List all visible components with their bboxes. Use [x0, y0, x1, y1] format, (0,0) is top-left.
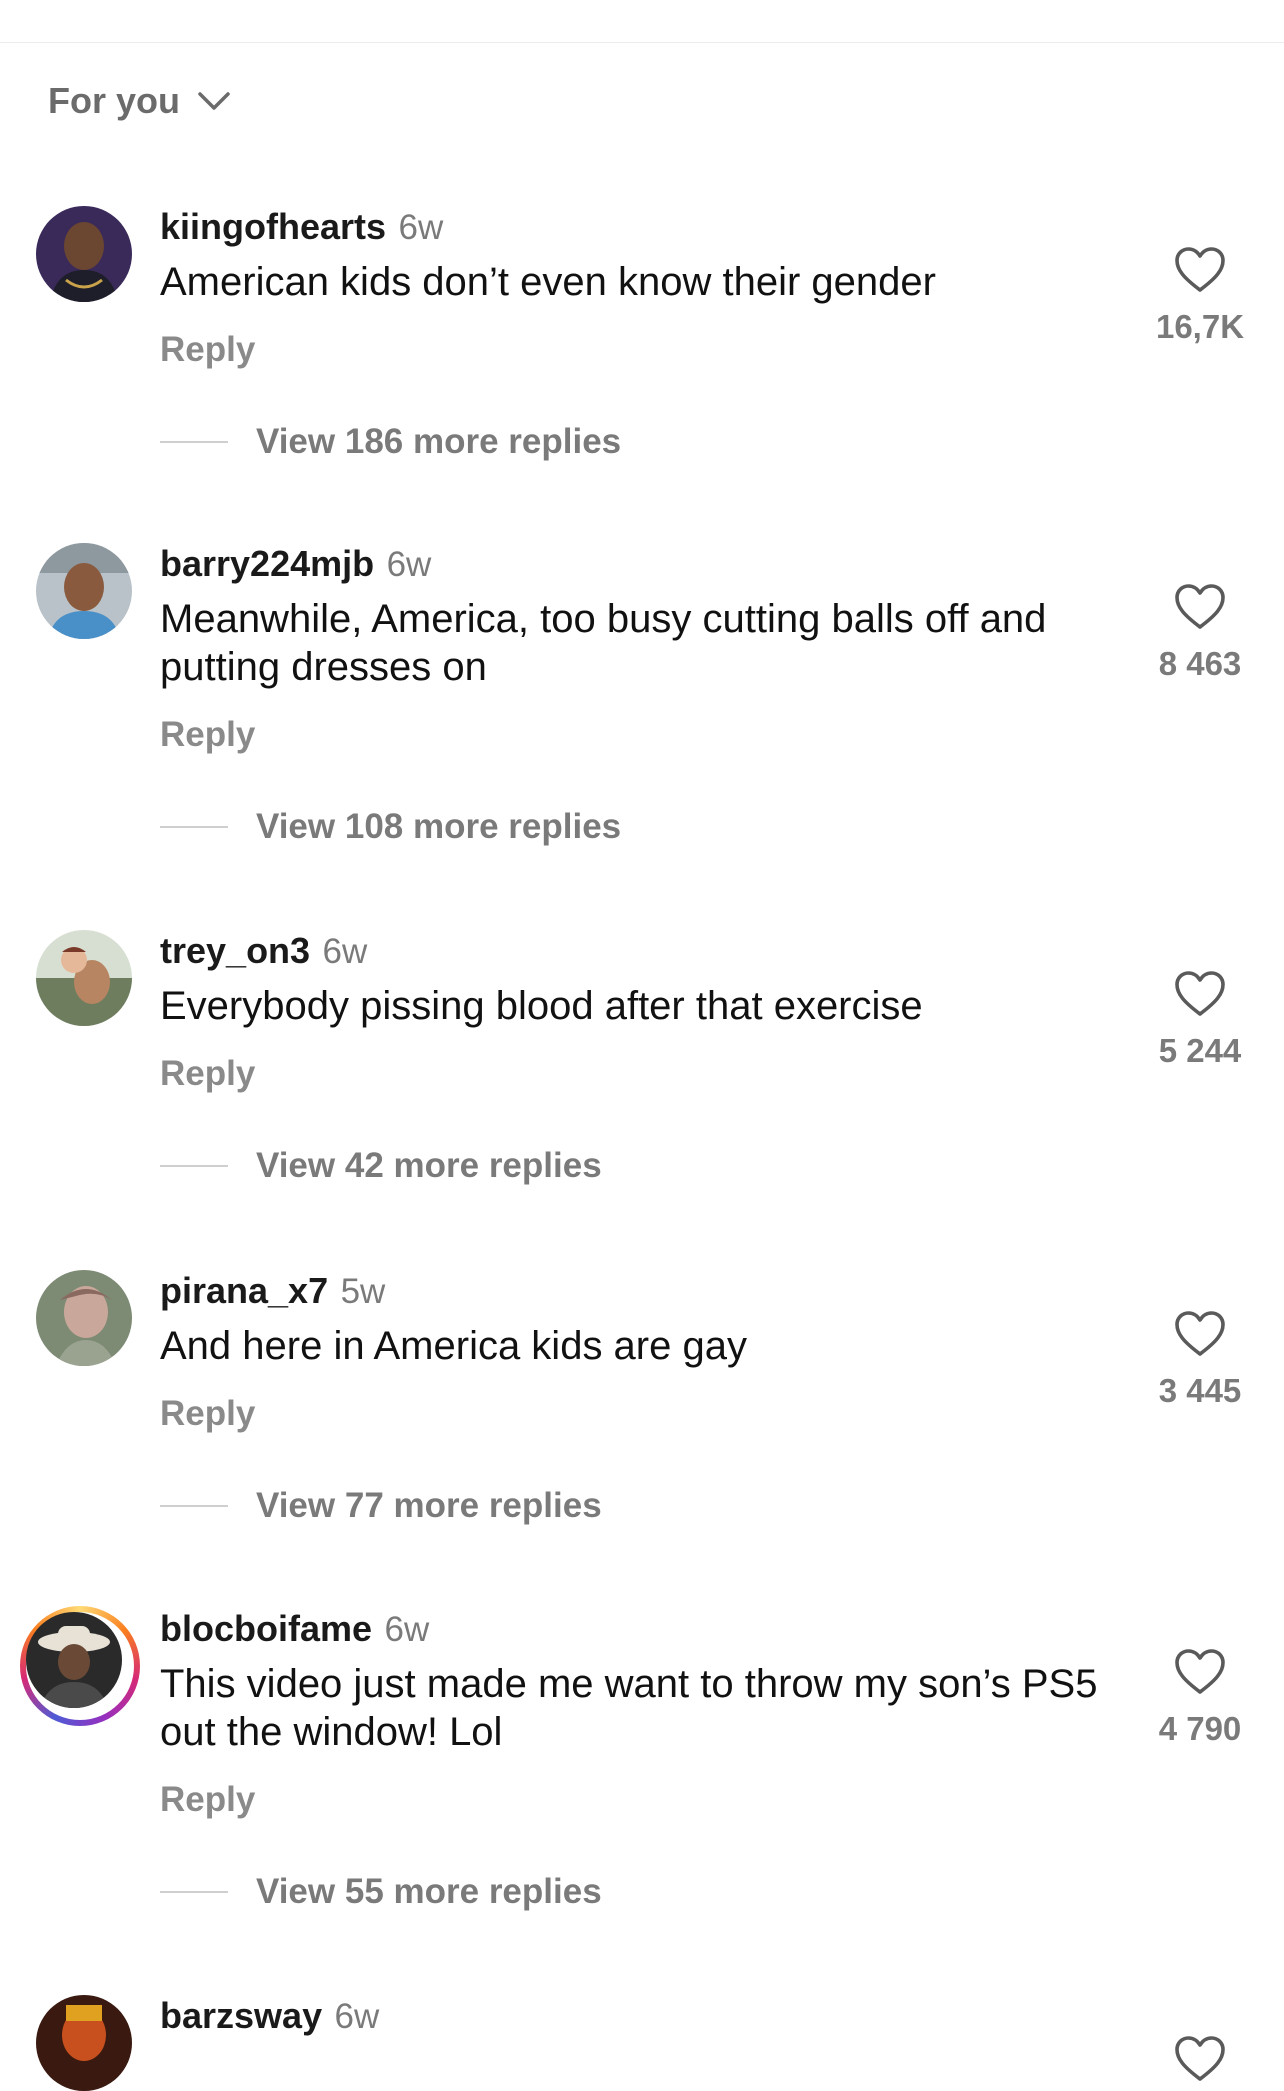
view-more-replies-label: View 77 more replies — [256, 1486, 602, 1525]
avatar[interactable] — [36, 543, 132, 639]
avatar-image — [26, 1612, 122, 1708]
like-count: 3 445 — [1158, 1372, 1242, 1409]
divider-line — [160, 1165, 228, 1167]
reply-button[interactable]: Reply — [160, 1780, 255, 1820]
comment-username[interactable]: pirana_x7 — [160, 1270, 328, 1311]
view-more-replies-button[interactable]: View 55 more replies — [160, 1872, 602, 1912]
chevron-down-icon — [198, 92, 230, 110]
view-more-replies-label: View 186 more replies — [256, 422, 622, 461]
heart-icon[interactable] — [1174, 970, 1226, 1018]
reply-button[interactable]: Reply — [160, 715, 255, 755]
avatar-with-story-ring[interactable] — [20, 1606, 140, 1726]
comment-header: barry224mjb 6w — [160, 543, 431, 585]
divider-line — [160, 826, 228, 828]
comment-time: 6w — [322, 932, 368, 971]
avatar[interactable] — [36, 1995, 132, 2091]
avatar-image — [36, 930, 132, 1026]
view-more-replies-button[interactable]: View 77 more replies — [160, 1486, 602, 1526]
comment-text: Everybody pissing blood after that exerc… — [160, 984, 923, 1028]
comment-time: 6w — [386, 545, 432, 584]
view-more-replies-label: View 108 more replies — [256, 807, 622, 846]
like-section: 4 790 — [1140, 1648, 1260, 1748]
comment-username[interactable]: blocboifame — [160, 1608, 372, 1649]
comment-header: kiingofhearts 6w — [160, 206, 443, 248]
heart-icon[interactable] — [1174, 2035, 1226, 2083]
comment-text: Meanwhile, America, too busy cutting bal… — [160, 597, 1047, 689]
avatar-image — [36, 206, 132, 302]
like-count: 16,7K — [1155, 308, 1245, 345]
comment-sort-label: For you — [48, 80, 180, 121]
like-section: 5 244 — [1140, 970, 1260, 1070]
comment-header: barzsway 6w — [160, 1995, 379, 2037]
heart-icon[interactable] — [1174, 583, 1226, 631]
avatar-image — [36, 1270, 132, 1366]
comment-header: blocboifame 6w — [160, 1608, 429, 1650]
comment-time: 6w — [398, 208, 444, 247]
divider-line — [160, 1505, 228, 1507]
avatar[interactable] — [36, 1270, 132, 1366]
top-circle-icon[interactable] — [1148, 0, 1218, 6]
avatar[interactable] — [36, 206, 132, 302]
avatar-image — [36, 543, 132, 639]
comment-header: pirana_x7 5w — [160, 1270, 385, 1312]
comment-username[interactable]: trey_on3 — [160, 930, 310, 971]
divider-line — [160, 441, 228, 443]
like-section: 3 445 — [1140, 1310, 1260, 1410]
comment-text: American kids don’t even know their gend… — [160, 260, 936, 304]
like-count: 4 790 — [1158, 1710, 1242, 1747]
like-section — [1140, 2035, 1260, 2083]
comment-username[interactable]: kiingofhearts — [160, 206, 386, 247]
comment-text: This video just made me want to throw my… — [160, 1662, 1098, 1754]
comment-header: trey_on3 6w — [160, 930, 367, 972]
divider-line — [160, 1891, 228, 1893]
like-section: 16,7K — [1140, 246, 1260, 346]
avatar[interactable] — [36, 930, 132, 1026]
comment-time: 5w — [340, 1272, 386, 1311]
view-more-replies-button[interactable]: View 186 more replies — [160, 422, 621, 462]
view-more-replies-button[interactable]: View 108 more replies — [160, 807, 621, 847]
top-bar — [0, 0, 1284, 43]
reply-button[interactable]: Reply — [160, 1394, 255, 1434]
like-section: 8 463 — [1140, 583, 1260, 683]
like-count: 8 463 — [1158, 645, 1242, 682]
heart-icon[interactable] — [1174, 246, 1226, 294]
like-count: 5 244 — [1158, 1032, 1242, 1069]
reply-button[interactable]: Reply — [160, 1054, 255, 1094]
heart-icon[interactable] — [1174, 1310, 1226, 1358]
view-more-replies-button[interactable]: View 42 more replies — [160, 1146, 602, 1186]
view-more-replies-label: View 42 more replies — [256, 1146, 602, 1185]
comment-username[interactable]: barry224mjb — [160, 543, 374, 584]
comment-username[interactable]: barzsway — [160, 1995, 322, 2036]
comment-text: And here in America kids are gay — [160, 1324, 747, 1368]
heart-icon[interactable] — [1174, 1648, 1226, 1696]
comment-time: 6w — [334, 1997, 380, 2036]
comment-time: 6w — [384, 1610, 430, 1649]
view-more-replies-label: View 55 more replies — [256, 1872, 602, 1911]
comment-sort-dropdown[interactable]: For you — [48, 80, 232, 122]
reply-button[interactable]: Reply — [160, 330, 255, 370]
avatar-image — [36, 1995, 132, 2091]
